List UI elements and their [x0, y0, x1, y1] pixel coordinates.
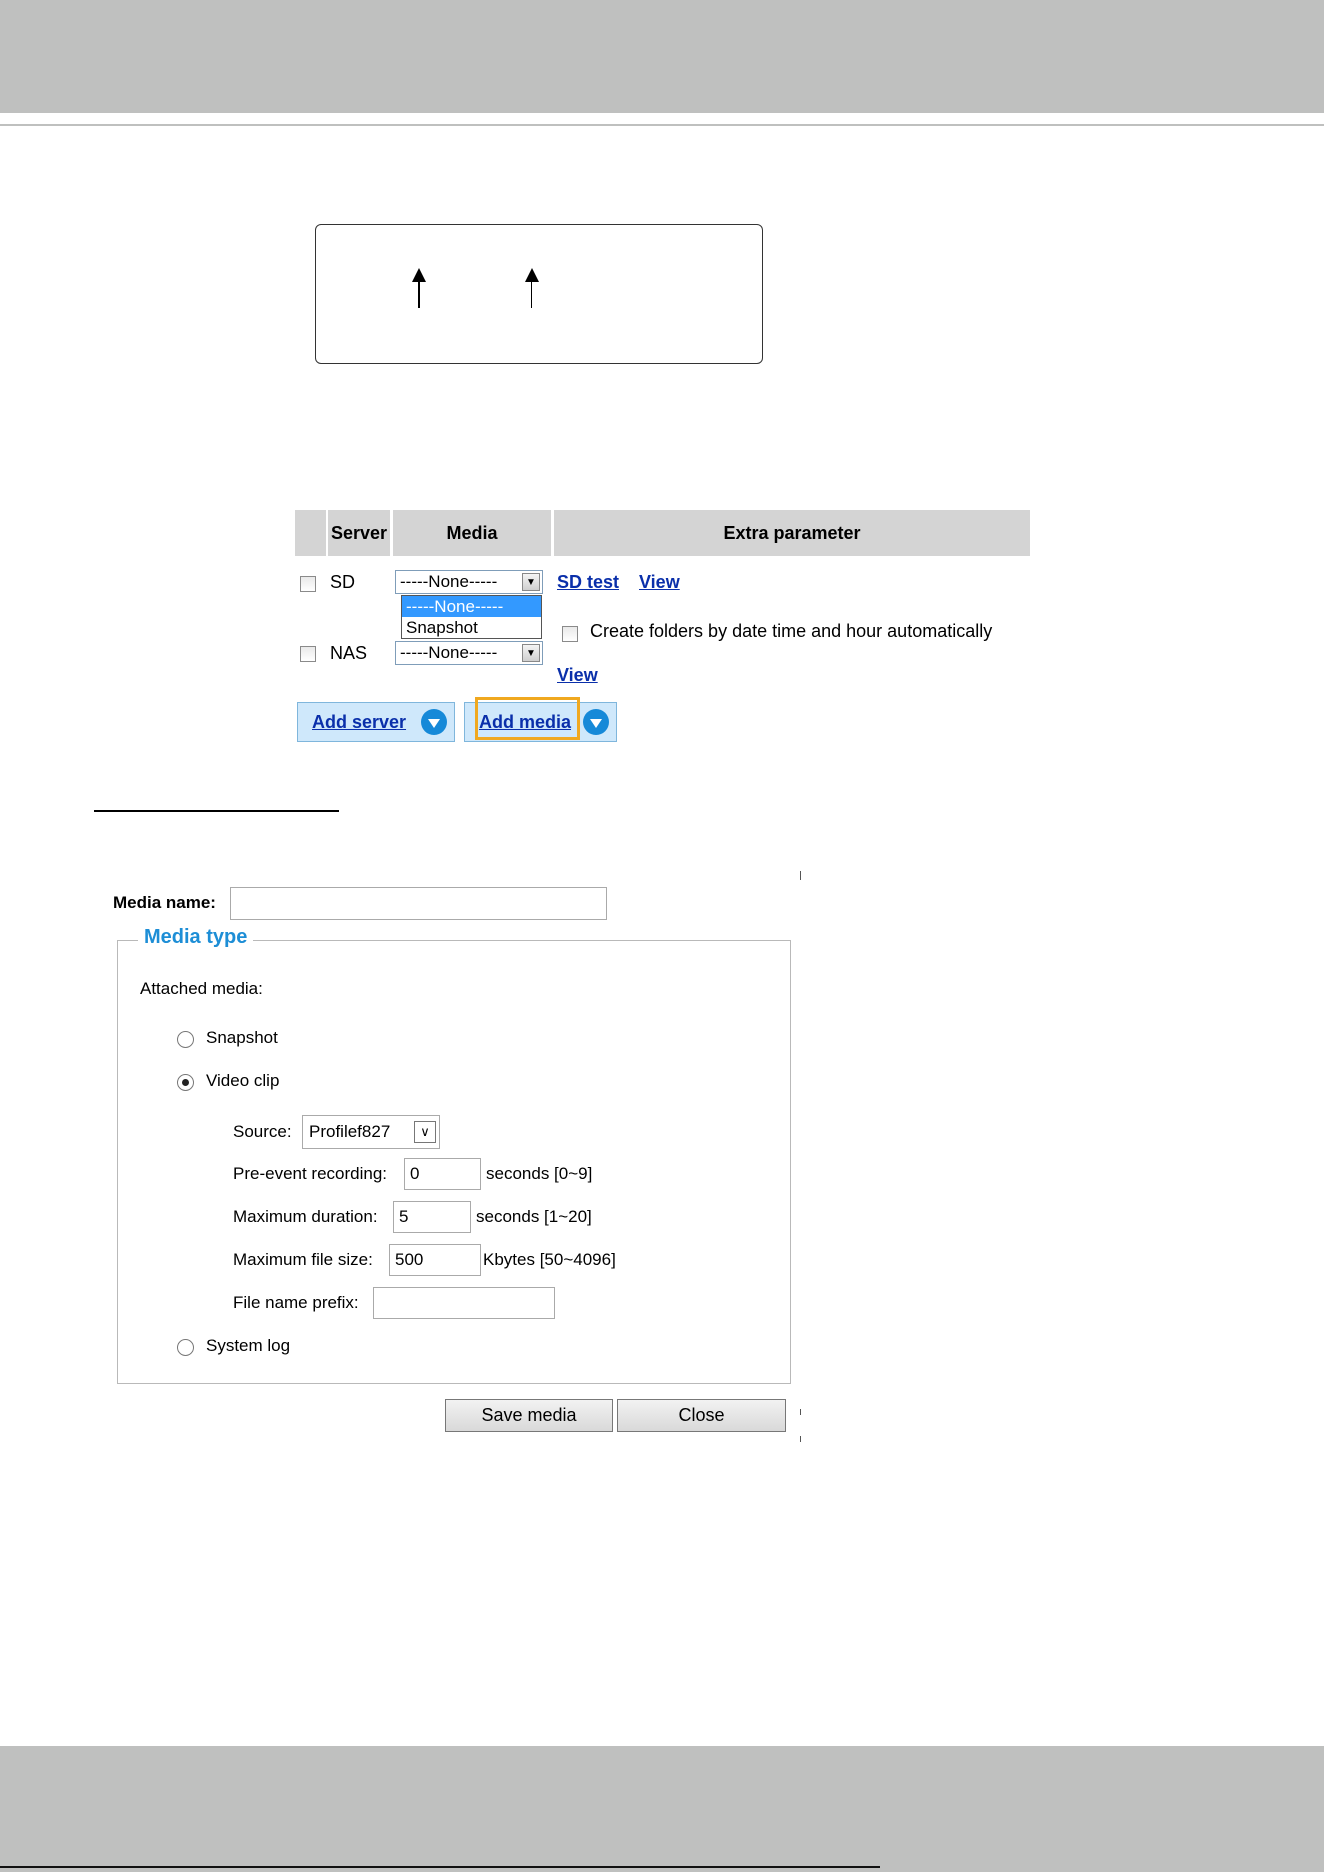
nas-media-select[interactable]: -----None----- ▼	[395, 641, 543, 665]
dropdown-option-snapshot[interactable]: Snapshot	[402, 617, 541, 638]
max-file-size-unit: Kbytes [50~4096]	[483, 1250, 616, 1269]
create-folders-checkbox[interactable]	[562, 626, 578, 642]
source-label: Source:	[233, 1122, 292, 1141]
sd-media-select-value: -----None-----	[400, 572, 498, 591]
source-select[interactable]: Profilef827 ∨	[302, 1115, 440, 1149]
video-clip-radio[interactable]	[177, 1074, 194, 1091]
add-server-label: Add server	[312, 712, 407, 732]
create-folders-label: Create folders by date time and hour aut…	[590, 621, 993, 641]
max-duration-input[interactable]: 5	[393, 1201, 471, 1233]
footer-bar	[0, 1746, 1324, 1872]
system-log-label: System log	[206, 1336, 291, 1355]
dropdown-option-none[interactable]: -----None-----	[402, 596, 541, 617]
table-header-checkbox-col	[295, 510, 326, 556]
chevron-down-icon: ▼	[522, 644, 540, 662]
video-clip-label: Video clip	[206, 1071, 280, 1090]
section-rule	[94, 810, 339, 812]
pre-event-input[interactable]: 0	[404, 1158, 481, 1190]
expand-down-icon	[583, 709, 609, 735]
dialog-edge-mark	[800, 1409, 801, 1415]
system-log-radio[interactable]	[177, 1339, 194, 1356]
table-header-server: Server	[328, 510, 390, 556]
source-select-value: Profilef827	[309, 1122, 391, 1141]
close-button[interactable]: Close	[617, 1399, 786, 1432]
sd-checkbox[interactable]	[300, 576, 316, 592]
up-arrow-icon	[525, 268, 539, 308]
expand-down-icon	[421, 709, 447, 735]
max-duration-unit: seconds [1~20]	[476, 1207, 592, 1226]
dialog-edge-mark	[800, 871, 801, 880]
diagram-box	[315, 224, 763, 364]
radio-selected-dot	[182, 1079, 189, 1086]
max-duration-label: Maximum duration:	[233, 1207, 378, 1226]
media-name-label: Media name:	[113, 893, 216, 912]
nas-view-link[interactable]: View	[557, 665, 598, 686]
pre-event-label: Pre-event recording:	[233, 1164, 388, 1183]
media-type-legend: Media type	[138, 926, 254, 949]
sd-media-select[interactable]: -----None----- ▼	[395, 570, 543, 594]
highlight-frame	[475, 697, 580, 740]
nas-checkbox[interactable]	[300, 646, 316, 662]
media-name-input[interactable]	[230, 887, 607, 920]
max-file-size-label: Maximum file size:	[233, 1250, 373, 1269]
add-server-button[interactable]: Add server	[297, 702, 455, 742]
header-rule	[0, 124, 1324, 126]
save-media-button[interactable]: Save media	[445, 1399, 613, 1432]
snapshot-label: Snapshot	[206, 1028, 278, 1047]
chevron-down-icon: ▼	[522, 573, 540, 591]
table-header-extra: Extra parameter	[554, 510, 1030, 556]
server-name-nas: NAS	[330, 643, 368, 663]
chevron-down-icon: ∨	[414, 1121, 436, 1143]
dialog-edge-mark	[800, 1436, 801, 1442]
snapshot-radio[interactable]	[177, 1031, 194, 1048]
pre-event-unit: seconds [0~9]	[486, 1164, 593, 1183]
media-dropdown-list[interactable]: -----None----- Snapshot	[401, 595, 542, 639]
file-prefix-label: File name prefix:	[233, 1293, 359, 1312]
up-arrow-icon	[412, 268, 426, 308]
nas-media-select-value: -----None-----	[400, 643, 498, 662]
sd-view-link[interactable]: View	[639, 572, 680, 593]
sd-test-link[interactable]: SD test	[557, 572, 619, 593]
header-bar	[0, 0, 1324, 113]
footer-rule	[0, 1866, 880, 1868]
table-header-media: Media	[393, 510, 551, 556]
max-file-size-input[interactable]: 500	[389, 1244, 481, 1276]
file-prefix-input[interactable]	[373, 1287, 555, 1319]
attached-media-label: Attached media:	[140, 979, 263, 998]
server-name-sd: SD	[330, 572, 356, 592]
